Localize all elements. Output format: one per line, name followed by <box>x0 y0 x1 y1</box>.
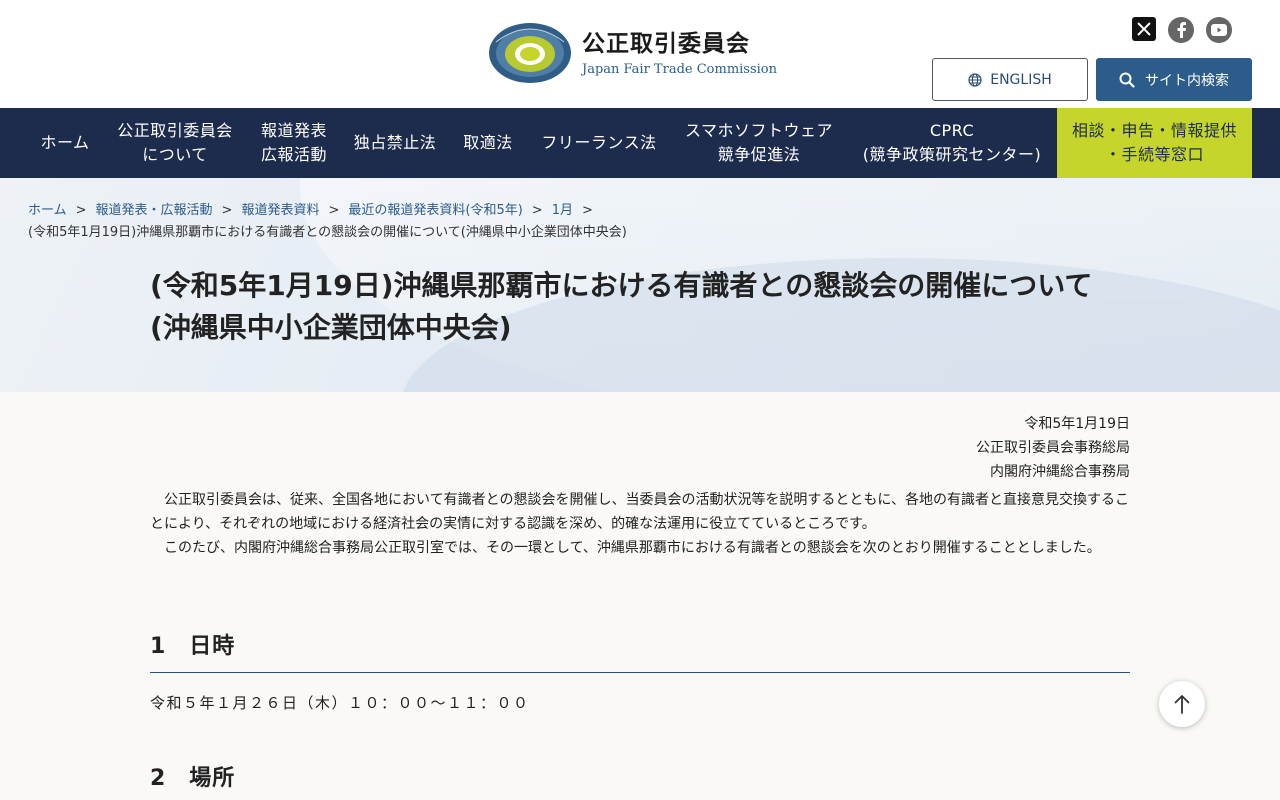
page-title: (令和5年1月19日)沖縄県那覇市における有識者との懇談会の開催について(沖縄県… <box>150 269 1093 344</box>
back-to-top-button[interactable] <box>1159 681 1205 727</box>
nav-press-line1: 報道発表 <box>260 121 327 140</box>
breadcrumb-separator: > <box>328 203 340 218</box>
issuer-block: 令和5年1月19日 公正取引委員会事務総局 内閣府沖縄総合事務局 <box>150 412 1130 484</box>
search-icon <box>1119 72 1135 88</box>
arrow-up-icon <box>1174 695 1190 714</box>
nav-smartphone-line2: 競争促進法 <box>717 145 801 164</box>
event-datetime: 令和５年１月２６日（木）１０：００～１１：００ <box>150 694 530 712</box>
issuer-2: 内閣府沖縄総合事務局 <box>990 464 1130 480</box>
nav-antimonopoly[interactable]: 独占禁止法 <box>346 108 444 178</box>
nav-cprc-line2: (競争政策研究センター) <box>862 145 1042 164</box>
nav-freelance-label: フリーランス法 <box>541 133 657 152</box>
page-hero: ホーム > 報道発表・広報活動 > 報道発表資料 > 最近の報道発表資料(令和5年) >1月 >… <box>0 178 1280 392</box>
breadcrumb-press-materials[interactable]: 報道発表資料 <box>241 203 319 218</box>
paragraph: 公正取引委員会は、従来、全国各地において有識者との懇談会を開催し、当委員会の活動… <box>150 492 1130 532</box>
issuer-1: 公正取引委員会事務総局 <box>976 440 1130 456</box>
nav-cprc-line1: CPRC <box>929 121 975 140</box>
globe-icon <box>968 72 982 87</box>
breadcrumb: ホーム > 報道発表・広報活動 > 報道発表資料 > 最近の報道発表資料(令和5年) >1月 >… <box>28 200 1258 244</box>
site-search-button[interactable]: サイト内検索 <box>1096 58 1252 101</box>
english-label: ENGLISH <box>990 71 1052 88</box>
breadcrumb-separator: > <box>75 203 87 218</box>
section-heading-place: 2 場所 <box>150 760 1130 800</box>
nav-antimonopoly-label: 独占禁止法 <box>353 133 437 152</box>
site-logo[interactable]: 公正取引委員会 Japan Fair Trade Commission <box>488 22 777 84</box>
nav-cprc[interactable]: CPRC (競争政策研究センター) <box>852 108 1052 178</box>
site-header: 公正取引委員会 Japan Fair Trade Commission ENGL… <box>0 0 1280 108</box>
body-text: 公正取引委員会は、従来、全国各地において有識者との懇談会を開催し、当委員会の活動… <box>150 488 1130 560</box>
org-name-en: Japan Fair Trade Commission <box>582 61 777 77</box>
search-label: サイト内検索 <box>1145 72 1229 89</box>
nav-about[interactable]: 公正取引委員会 について <box>108 108 242 178</box>
breadcrumb-press[interactable]: 報道発表・広報活動 <box>96 203 213 218</box>
nav-subcontract-label: 取適法 <box>463 133 513 152</box>
org-name-jp: 公正取引委員会 <box>582 30 750 57</box>
breadcrumb-separator: > <box>531 203 543 218</box>
breadcrumb-current: (令和5年1月19日)沖縄県那覇市における有識者との懇談会の開催について(沖縄県… <box>28 225 627 240</box>
youtube-icon[interactable] <box>1206 17 1232 43</box>
nav-consultation[interactable]: 相談・申告・情報提供 ・手続等窓口 <box>1057 108 1252 178</box>
facebook-icon[interactable] <box>1168 17 1194 43</box>
nav-press-line2: 広報活動 <box>260 145 327 164</box>
nav-about-line1: 公正取引委員会 <box>117 121 233 140</box>
nav-consult-line2: ・手続等窓口 <box>1104 145 1204 164</box>
breadcrumb-separator: > <box>221 203 233 218</box>
nav-home[interactable]: ホーム <box>28 108 102 178</box>
section-heading-datetime: 1 日時 <box>150 628 1130 673</box>
nav-press[interactable]: 報道発表 広報活動 <box>246 108 342 178</box>
sns-links <box>1132 17 1232 43</box>
breadcrumb-recent-r5[interactable]: 最近の報道発表資料(令和5年) <box>348 203 522 218</box>
nav-freelance[interactable]: フリーランス法 <box>530 108 668 178</box>
x-icon[interactable] <box>1132 17 1156 41</box>
paragraph: このたび、内閣府沖縄総合事務局公正取引室では、その一環として、沖縄県那覇市におけ… <box>164 540 1101 556</box>
nav-home-label: ホーム <box>40 133 90 152</box>
jftc-emblem-icon <box>489 23 571 83</box>
breadcrumb-separator: > <box>581 203 593 218</box>
main-content: 令和5年1月19日 公正取引委員会事務総局 内閣府沖縄総合事務局 公正取引委員会… <box>150 392 1130 560</box>
breadcrumb-home[interactable]: ホーム <box>28 203 67 218</box>
global-nav: ホーム 公正取引委員会 について 報道発表広報活動 独占禁止法 取適法 フリーラン… <box>0 108 1280 178</box>
nav-consult-line1: 相談・申告・情報提供 <box>1071 121 1237 140</box>
breadcrumb-january[interactable]: 1月 <box>552 203 573 218</box>
english-button[interactable]: ENGLISH <box>932 58 1088 101</box>
release-date: 令和5年1月19日 <box>1024 416 1130 432</box>
nav-smartphone-line1: スマホソフトウェア <box>684 121 834 140</box>
nav-smartphone[interactable]: スマホソフトウェア 競争促進法 <box>674 108 844 178</box>
nav-about-line2: について <box>142 145 208 164</box>
nav-subcontract[interactable]: 取適法 <box>452 108 524 178</box>
